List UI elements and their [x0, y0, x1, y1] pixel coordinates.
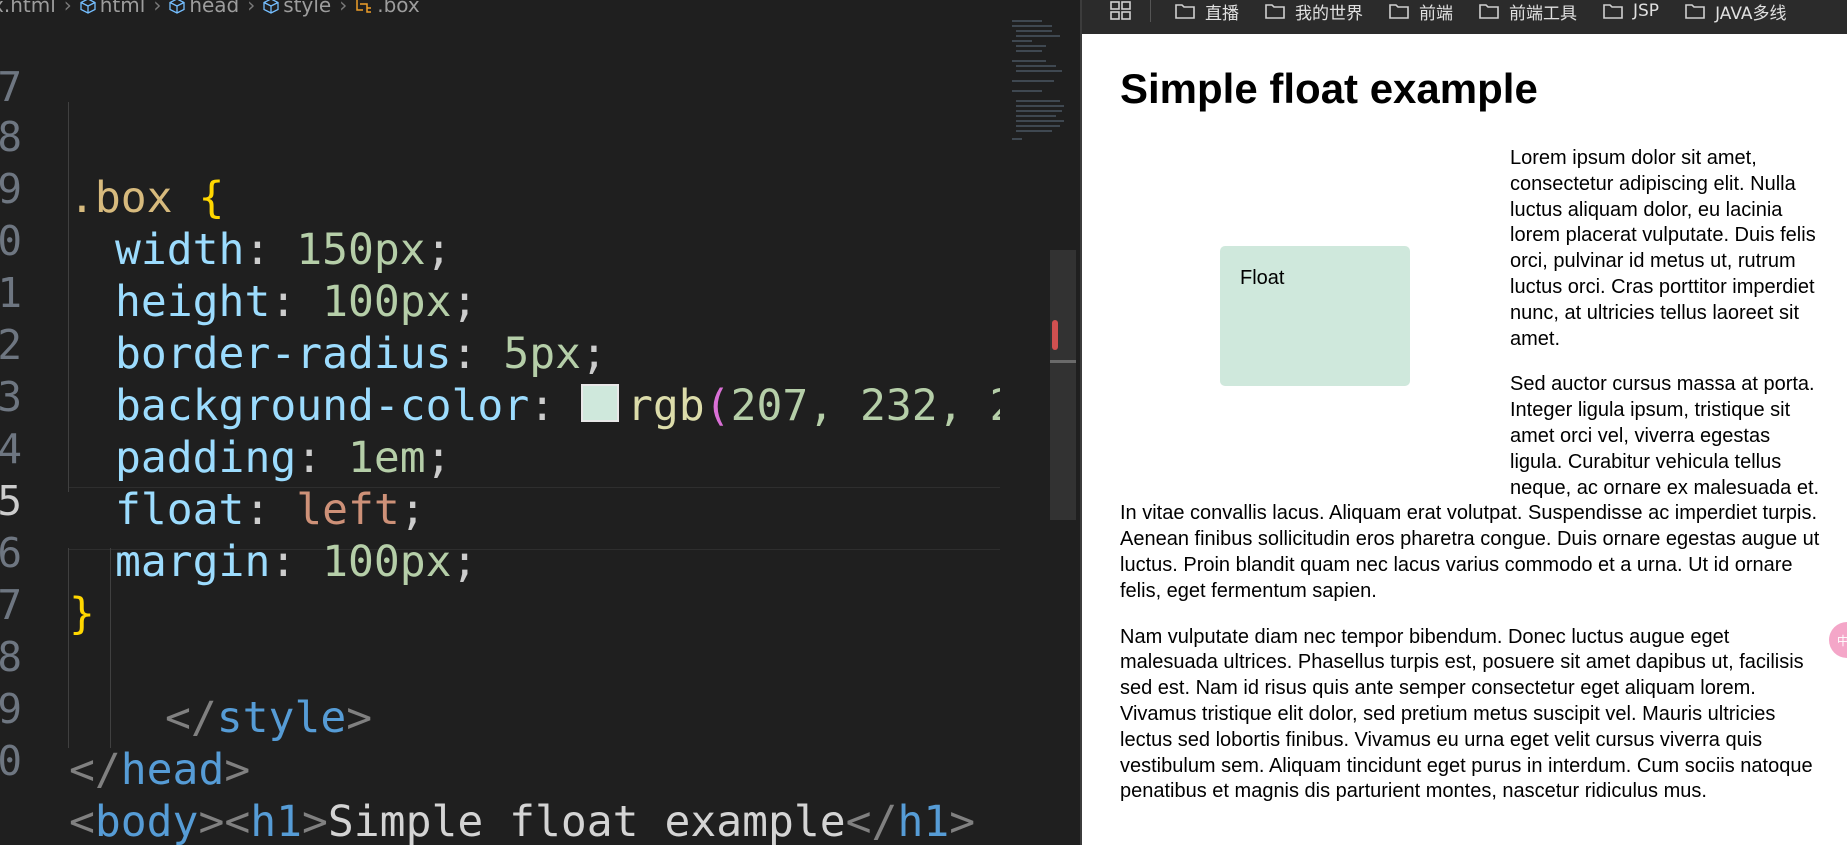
rendered-page: Simple float example Float Lorem ipsum d…	[1082, 34, 1847, 845]
float-box: Float	[1220, 246, 1410, 386]
bookmark-label: 直播	[1205, 3, 1239, 24]
bookmark-label: JSP	[1633, 1, 1660, 21]
bookmark-folder[interactable]: 直播	[1175, 0, 1239, 24]
page-title: Simple float example	[1120, 65, 1538, 112]
apps-grid-icon[interactable]	[1110, 1, 1132, 21]
vertical-scrollbar[interactable]	[1050, 250, 1076, 520]
bookmark-label: JAVA多线	[1715, 3, 1787, 24]
folder-icon	[1685, 4, 1705, 19]
code-line: 0 <body><h1>Simple float example</h1>	[0, 670, 1000, 845]
code-area[interactable]: 7 8 .box { 9 width: 150px; 0 height: 100…	[0, 22, 1041, 845]
page-content: Float Lorem ipsum dolor sit amet, consec…	[1120, 146, 1823, 825]
folder-icon	[1175, 4, 1195, 19]
browser-preview: 直播 我的世界 前端 前端工具 JSP JAVA多线 Simple float …	[1080, 0, 1847, 845]
html-tag: h1	[897, 797, 950, 845]
bookmark-label: 我的世界	[1295, 3, 1363, 24]
folder-icon	[1265, 4, 1285, 19]
html-text: Simple float example	[327, 797, 846, 845]
paragraph: Sed auctor cursus massa at porta. Intege…	[1120, 373, 1820, 602]
paragraph: Nam vulputate diam nec tempor bibendum. …	[1120, 625, 1813, 803]
bookmark-folder[interactable]: 前端工具	[1479, 0, 1577, 24]
bookmark-label: 前端工具	[1509, 3, 1577, 24]
bookmark-folder[interactable]: JAVA多线	[1685, 0, 1787, 24]
folder-icon	[1479, 4, 1499, 19]
code-editor[interactable]: x.html › html › head › style › .box 7	[0, 0, 1080, 845]
line-number: 0	[0, 737, 22, 785]
bookmark-label: 前端	[1419, 3, 1453, 24]
folder-icon	[1603, 4, 1623, 19]
bookmarks-bar: 直播 我的世界 前端 前端工具 JSP JAVA多线	[1082, 0, 1847, 34]
bookmark-folder[interactable]: 前端	[1389, 0, 1453, 24]
error-marker	[1052, 320, 1058, 350]
bookmark-folder[interactable]: JSP	[1603, 1, 1659, 21]
input-method-badge[interactable]: 中	[1829, 622, 1847, 658]
scrollbar-marker	[1050, 360, 1076, 363]
folder-icon	[1389, 4, 1409, 19]
bookmark-folder[interactable]: 我的世界	[1265, 0, 1363, 24]
html-tag: body	[94, 797, 199, 845]
divider	[1150, 0, 1151, 22]
html-tag: h1	[250, 797, 303, 845]
